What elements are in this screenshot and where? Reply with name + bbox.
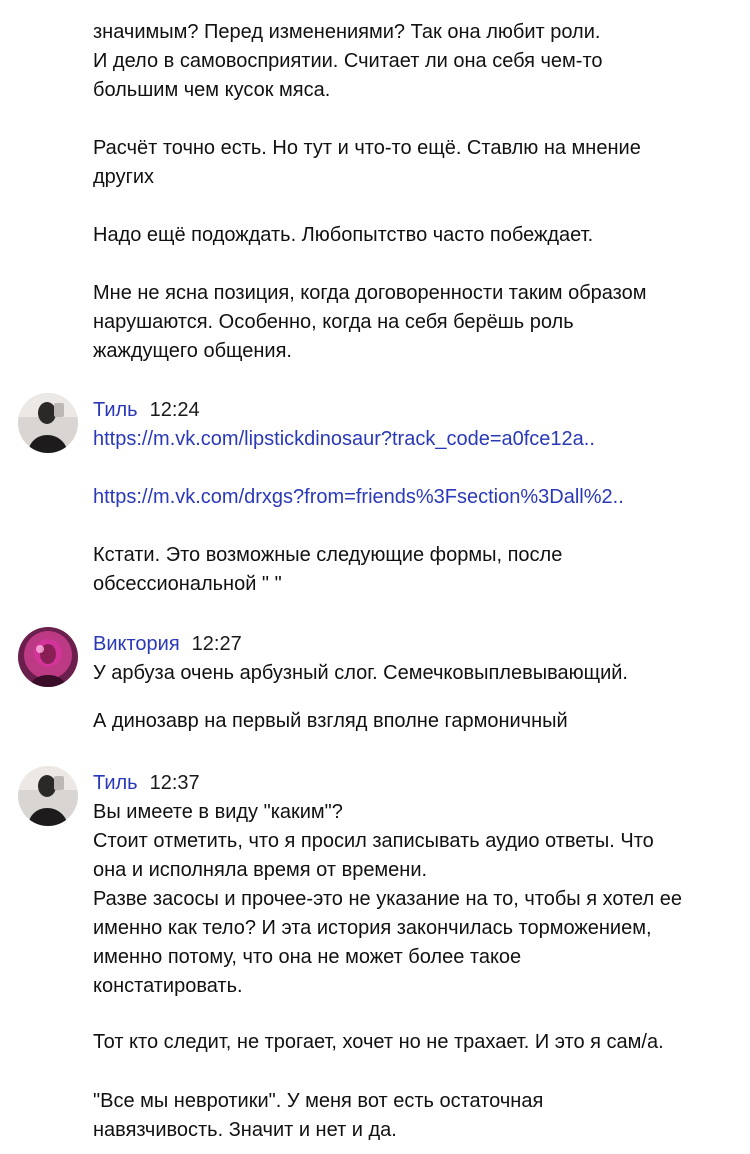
message-time[interactable]: 12:27 — [192, 633, 242, 655]
person-neon-avatar[interactable] — [18, 627, 78, 687]
message-line: А динозавр на первый взгляд вполне гармо… — [93, 710, 568, 732]
message-line: Надо ещё подождать. Любопытство часто по… — [93, 224, 594, 246]
message-time[interactable]: 12:24 — [150, 399, 200, 421]
message-line: именно как тело? И эта история закончила… — [93, 917, 652, 939]
message-line: Тот кто следит, не трогает, хочет но не … — [93, 1031, 664, 1053]
message-header: Виктория 12:27 — [93, 630, 242, 659]
message-line: Мне не ясна позиция, когда договоренност… — [93, 282, 647, 304]
message-time[interactable]: 12:37 — [150, 772, 200, 794]
message-link[interactable]: https://m.vk.com/drxgs?from=friends%3Fse… — [93, 483, 624, 512]
message-line: она и исполняла время от времени. — [93, 859, 428, 881]
message-header: Тиль 12:24 — [93, 396, 200, 425]
message-line: У арбуза очень арбузный слог. Семечковып… — [93, 662, 628, 684]
message-line: именно потому, что она не может более та… — [93, 946, 522, 968]
message-line: Разве засосы и прочее-это не указание на… — [93, 888, 682, 910]
message-line: обсессиональной " " — [93, 573, 282, 595]
message-line: Расчёт точно есть. Но тут и что-то ещё. … — [93, 137, 641, 159]
chat-history[interactable]: значимым? Перед изменениями? Так она люб… — [0, 0, 750, 1154]
author-name[interactable]: Тиль — [93, 399, 138, 421]
message-line: констатировать. — [93, 975, 243, 997]
author-name[interactable]: Тиль — [93, 772, 138, 794]
message-line: других — [93, 166, 155, 188]
message-line: жаждущего общения. — [93, 340, 292, 362]
message-line: нарушаются. Особенно, когда на себя берё… — [93, 311, 574, 333]
message-line: "Все мы невротики". У меня вот есть оста… — [93, 1090, 544, 1112]
person-dark-avatar[interactable] — [18, 393, 78, 453]
message-line: Кстати. Это возможные следующие формы, п… — [93, 544, 563, 566]
person-dark-avatar[interactable] — [18, 766, 78, 826]
author-name[interactable]: Виктория — [93, 633, 180, 655]
message-line: навязчивость. Значит и нет и да. — [93, 1119, 397, 1141]
message-link[interactable]: https://m.vk.com/lipstickdinosaur?track_… — [93, 425, 595, 454]
message-header: Тиль 12:37 — [93, 769, 200, 798]
message-line: Вы имеете в виду "каким"? — [93, 801, 343, 823]
message-line: И дело в самовосприятии. Считает ли она … — [93, 50, 603, 72]
message-line: большим чем кусок мяса. — [93, 79, 331, 101]
message-line: Стоит отметить, что я просил записывать … — [93, 830, 654, 852]
message-line: значимым? Перед изменениями? Так она люб… — [93, 21, 601, 43]
